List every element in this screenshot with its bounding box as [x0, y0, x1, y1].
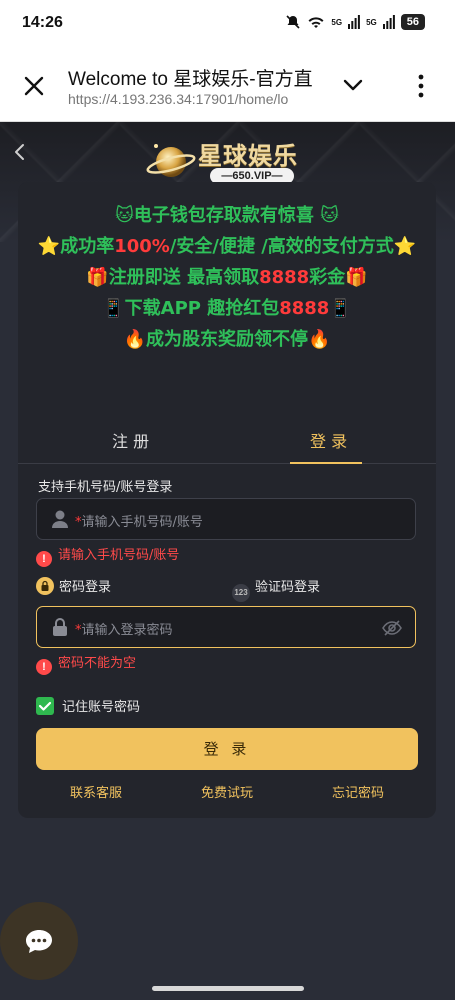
checkmark-icon	[38, 701, 52, 711]
status-bar: 14:26 5G 5G 56	[0, 0, 455, 50]
chevron-down-icon[interactable]	[342, 77, 364, 93]
lock-badge-icon	[36, 577, 54, 595]
remember-label: 记住账号密码	[62, 700, 141, 715]
account-placeholder-text: 请输入手机号码/账号	[81, 515, 203, 530]
error-icon: !	[36, 659, 52, 675]
tab-register[interactable]: 注 册	[112, 428, 149, 452]
promo-line-2: ⭐成功率100%/安全/便捷 /高效的支付方式⭐	[28, 231, 426, 262]
browser-toolbar: Welcome to 星球娱乐-官方直 https://4.193.236.34…	[0, 50, 455, 122]
mode-password-login[interactable]: 密码登录	[36, 576, 111, 595]
login-method-hint: 支持手机号码/账号登录	[38, 480, 173, 495]
promo-line-5: 🔥成为股东奖励领不停🔥	[123, 329, 331, 350]
login-card: 🐱电子钱包存取款有惊喜 🐱 ⭐成功率100%/安全/便捷 /高效的支付方式⭐ 🎁…	[18, 182, 436, 818]
password-error: ! 密码不能为空	[36, 652, 136, 675]
signal-icon-1	[348, 15, 360, 29]
tab-login[interactable]: 登 录	[310, 428, 347, 452]
error-icon: !	[36, 551, 52, 567]
promo-line-4-highlight: 8888	[279, 298, 330, 319]
promo-line-4-suffix: 📱	[329, 298, 352, 319]
password-error-text: 密码不能为空	[58, 656, 137, 671]
browser-page-title: Welcome to 星球娱乐-官方直	[68, 69, 313, 90]
signal-5g-label-1: 5G	[331, 17, 343, 27]
password-placeholder-text: 请输入登录密码	[81, 623, 173, 638]
password-placeholder: *请输入登录密码	[75, 623, 173, 638]
numeric-code-icon: 123	[232, 584, 250, 602]
promo-line-4: 📱下载APP 趣抢红包8888📱	[28, 293, 426, 324]
mode-code-login[interactable]: 123 验证码登录	[232, 576, 320, 602]
active-tab-indicator	[290, 462, 362, 464]
battery-indicator: 56	[400, 14, 425, 30]
gesture-home-bar[interactable]	[152, 986, 304, 991]
promo-line-3: 🎁注册即送 最高领取8888彩金🎁	[28, 262, 426, 293]
brand-name: 星球娱乐	[198, 142, 298, 170]
promo-line-3-prefix: 🎁注册即送 最高领取	[86, 267, 260, 288]
promo-line-2-prefix: ⭐成功率	[37, 236, 115, 257]
back-arrow-icon[interactable]	[10, 142, 30, 162]
chat-button[interactable]	[0, 902, 78, 980]
eye-off-icon[interactable]	[381, 617, 403, 639]
password-input[interactable]: *请输入登录密码	[36, 606, 416, 648]
promo-line-1: 🐱电子钱包存取款有惊喜 🐱	[115, 205, 339, 226]
remember-me[interactable]: 记住账号密码	[36, 696, 140, 715]
remember-checkbox[interactable]	[36, 697, 54, 715]
signal-5g-label-2: 5G	[366, 17, 377, 27]
mute-icon	[286, 15, 300, 29]
account-input[interactable]: *请输入手机号码/账号	[36, 498, 416, 540]
promo-line-3-highlight: 8888	[259, 267, 310, 288]
lock-icon	[53, 618, 67, 636]
forgot-password-link[interactable]: 忘记密码	[332, 782, 384, 801]
chat-bubble-icon	[26, 930, 52, 953]
planet-logo-icon	[146, 144, 196, 177]
contact-service-link[interactable]: 联系客服	[70, 782, 122, 801]
user-icon	[52, 510, 68, 528]
promo-line-4-prefix: 📱下载APP 趣抢红包	[102, 298, 280, 319]
browser-url[interactable]: https://4.193.236.34:17901/home/lo	[68, 91, 330, 107]
promo-text: 🐱电子钱包存取款有惊喜 🐱 ⭐成功率100%/安全/便捷 /高效的支付方式⭐ 🎁…	[28, 200, 426, 355]
auth-tabs: 注 册 登 录	[18, 412, 436, 464]
account-placeholder: *请输入手机号码/账号	[75, 515, 203, 530]
promo-line-2-suffix: /安全/便捷 /高效的支付方式⭐	[169, 236, 417, 257]
wifi-icon	[308, 17, 324, 28]
mode-code-label: 验证码登录	[255, 580, 321, 595]
promo-line-3-suffix: 彩金🎁	[309, 267, 368, 288]
mode-password-label: 密码登录	[59, 580, 112, 595]
more-menu-icon[interactable]	[412, 72, 430, 100]
login-button[interactable]: 登 录	[36, 728, 418, 770]
close-icon[interactable]	[22, 74, 46, 98]
account-error-text: 请输入手机号码/账号	[58, 548, 180, 563]
free-trial-link[interactable]: 免费试玩	[201, 782, 253, 801]
promo-line-2-highlight: 100%	[114, 236, 170, 257]
status-time: 14:26	[22, 14, 63, 31]
signal-icon-2	[382, 15, 395, 29]
status-icons: 5G 5G 56	[285, 14, 425, 30]
account-error: ! 请输入手机号码/账号	[36, 544, 179, 567]
